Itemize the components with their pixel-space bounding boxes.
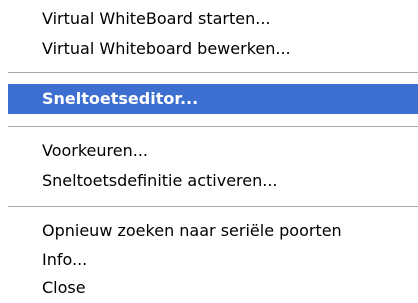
menu-item-label: Sneltoetsdefinitie activeren... [42,171,278,190]
context-menu: Virtual WhiteBoard starten... Virtual Wh… [0,0,418,302]
menu-item-edit-whiteboard[interactable]: Virtual Whiteboard bewerken... [0,34,418,64]
menu-item-label: Close [42,278,86,297]
menu-item-info[interactable]: Info... [0,245,418,275]
menu-separator [8,206,418,208]
menu-item-label: Opnieuw zoeken naar seriële poorten [42,221,342,240]
menu-separator [8,72,418,74]
menu-separator [8,126,418,128]
menu-item-label: Sneltoetseditor... [42,89,199,108]
menu-item-label: Info... [42,250,88,269]
menu-item-close[interactable]: Close [0,273,418,303]
menu-item-label: Virtual WhiteBoard starten... [42,9,271,28]
menu-item-label: Voorkeuren... [42,141,149,160]
menu-item-preferences[interactable]: Voorkeuren... [0,136,418,166]
menu-item-start-whiteboard[interactable]: Virtual WhiteBoard starten... [0,4,418,34]
menu-item-label: Virtual Whiteboard bewerken... [42,39,291,58]
menu-item-rescan-serial-ports[interactable]: Opnieuw zoeken naar seriële poorten [0,216,418,246]
menu-item-shortcut-editor[interactable]: Sneltoetseditor... [8,84,418,114]
menu-item-activate-shortcut-definition[interactable]: Sneltoetsdefinitie activeren... [0,166,418,196]
